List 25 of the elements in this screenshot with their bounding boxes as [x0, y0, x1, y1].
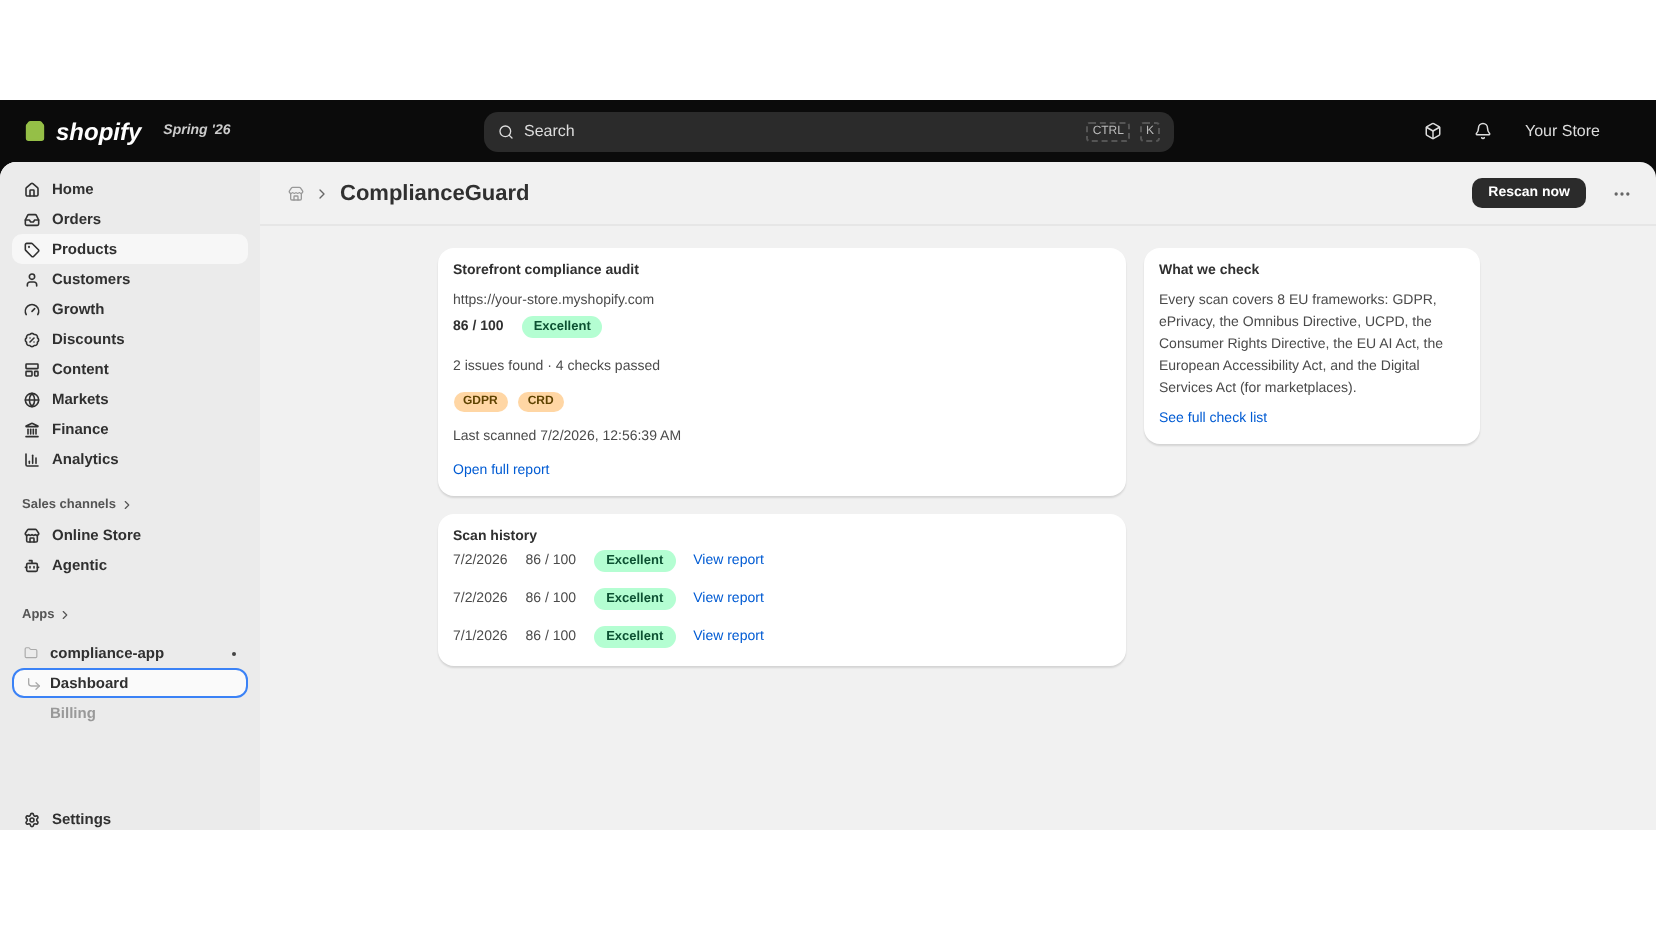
store-name[interactable]: Your Store [1524, 122, 1600, 140]
chevron-icon [58, 608, 73, 622]
inbox-icon [24, 211, 40, 227]
branch-icon [26, 675, 42, 691]
store-icon [288, 185, 304, 201]
badge-icon [24, 331, 40, 347]
bell-icon[interactable] [1474, 122, 1493, 140]
search-icon [498, 123, 514, 139]
layout-icon [24, 361, 40, 377]
page-title: ComplianceGuard [340, 181, 530, 205]
store-icon [24, 527, 40, 543]
bank-icon [24, 421, 40, 437]
tag-icon [24, 241, 40, 257]
brand-name: shopify [56, 117, 142, 145]
box-icon[interactable] [1424, 122, 1443, 140]
folder-icon [24, 646, 38, 660]
gauge-icon [24, 301, 40, 317]
house-icon [24, 181, 40, 197]
robot-icon [24, 557, 40, 573]
chevron-icon [119, 498, 134, 512]
chevron-icon [314, 185, 330, 201]
globe-icon [24, 391, 40, 407]
bar-chart-icon [24, 451, 40, 467]
settings-icon [24, 811, 40, 827]
person-icon [24, 271, 40, 287]
